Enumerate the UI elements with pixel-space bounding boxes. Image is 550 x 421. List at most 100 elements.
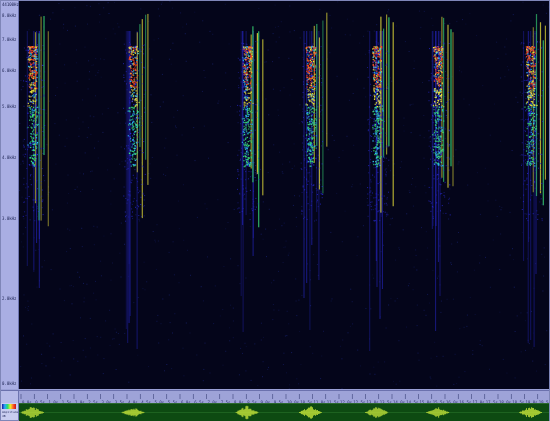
energy-halo xyxy=(254,172,256,174)
noise-speck xyxy=(185,322,187,324)
energy-halo xyxy=(311,49,313,51)
energy-point xyxy=(533,123,535,125)
noise-speck xyxy=(56,87,58,89)
energy-halo xyxy=(39,49,41,51)
noise-speck xyxy=(162,101,164,103)
spectrogram-view[interactable] xyxy=(19,1,549,389)
energy-point xyxy=(442,131,444,134)
energy-point xyxy=(244,77,246,79)
energy-halo xyxy=(30,87,32,89)
energy-halo xyxy=(141,165,143,167)
spectrogram-canvas[interactable] xyxy=(19,1,549,389)
energy-halo xyxy=(139,130,141,132)
energy-point xyxy=(377,78,379,80)
noise-speck xyxy=(506,66,508,68)
energy-halo xyxy=(374,140,376,142)
color-scale-icon[interactable] xyxy=(2,404,16,409)
noise-speck xyxy=(408,190,410,192)
energy-point xyxy=(532,154,534,156)
energy-point xyxy=(442,139,444,142)
energy-point xyxy=(130,48,132,50)
energy-point xyxy=(434,76,436,78)
energy-point xyxy=(306,86,308,88)
energy-point xyxy=(435,67,437,69)
energy-halo xyxy=(29,62,31,64)
energy-point xyxy=(436,144,439,146)
energy-point xyxy=(307,49,309,52)
noise-speck xyxy=(103,59,105,61)
noise-speck xyxy=(336,192,338,194)
energy-point xyxy=(442,165,444,167)
noise-speck xyxy=(182,347,184,349)
energy-point xyxy=(379,129,381,131)
energy-point xyxy=(243,107,245,109)
noise-speck xyxy=(100,58,102,60)
noise-speck xyxy=(409,191,411,193)
energy-point xyxy=(377,84,379,87)
waveform-view[interactable] xyxy=(19,403,549,421)
energy-point xyxy=(246,108,249,110)
energy-halo xyxy=(316,201,318,203)
energy-point xyxy=(243,125,245,128)
energy-point xyxy=(314,79,316,81)
noise-speck xyxy=(151,157,153,158)
noise-speck xyxy=(84,338,86,340)
energy-point xyxy=(249,50,251,52)
noise-speck xyxy=(309,346,311,348)
noise-speck xyxy=(492,239,494,241)
energy-halo xyxy=(237,154,239,156)
energy-halo xyxy=(321,193,323,195)
energy-point xyxy=(35,109,37,111)
energy-halo xyxy=(378,83,380,85)
energy-halo xyxy=(29,81,31,83)
energy-halo xyxy=(128,148,130,149)
noise-speck xyxy=(262,361,264,363)
energy-halo xyxy=(24,156,26,158)
noise-speck xyxy=(175,127,177,129)
energy-point xyxy=(529,64,531,67)
energy-point xyxy=(245,104,247,106)
energy-halo xyxy=(244,198,246,200)
energy-point xyxy=(248,109,250,111)
energy-point xyxy=(29,106,31,108)
energy-point xyxy=(378,123,380,125)
energy-halo xyxy=(130,96,132,98)
energy-halo xyxy=(375,41,377,43)
time-ruler-ticks[interactable]: 0.0s 0.5s 1.0s 1.5s 2.0s 2.5s 3.0s 3.5s 4.0s 4.5s… xyxy=(19,394,549,403)
noise-speck xyxy=(82,99,84,101)
energy-halo xyxy=(534,140,536,142)
noise-speck xyxy=(108,13,110,14)
energy-point xyxy=(312,103,315,105)
energy-point xyxy=(434,142,436,145)
energy-halo xyxy=(126,202,128,204)
energy-halo xyxy=(528,59,530,61)
energy-halo xyxy=(370,83,372,85)
noise-speck xyxy=(58,134,60,136)
energy-point xyxy=(531,117,534,119)
energy-point xyxy=(436,56,439,59)
energy-halo xyxy=(25,197,27,199)
noise-speck xyxy=(271,282,273,284)
energy-halo xyxy=(40,108,41,110)
energy-point xyxy=(250,62,252,64)
noise-speck xyxy=(362,225,364,227)
energy-point xyxy=(313,137,315,139)
energy-halo xyxy=(521,209,523,210)
energy-halo xyxy=(448,144,450,146)
energy-point xyxy=(313,96,316,99)
energy-halo xyxy=(258,144,260,146)
time-ruler[interactable]: 0.0s 0.5s 1.0s 1.5s 2.0s 2.5s 3.0s 3.5s 4.0s 4.5s… xyxy=(19,390,549,403)
energy-halo xyxy=(320,190,322,192)
energy-halo xyxy=(130,181,132,183)
energy-halo xyxy=(256,69,258,71)
energy-halo xyxy=(386,89,387,90)
noise-speck xyxy=(284,246,286,248)
energy-halo xyxy=(131,215,132,217)
noise-speck xyxy=(74,7,76,9)
energy-halo xyxy=(533,99,534,101)
energy-halo xyxy=(135,114,137,116)
waveform-canvas[interactable] xyxy=(19,404,549,421)
energy-halo xyxy=(240,152,242,154)
energy-halo xyxy=(303,189,305,191)
energy-halo xyxy=(303,159,305,161)
